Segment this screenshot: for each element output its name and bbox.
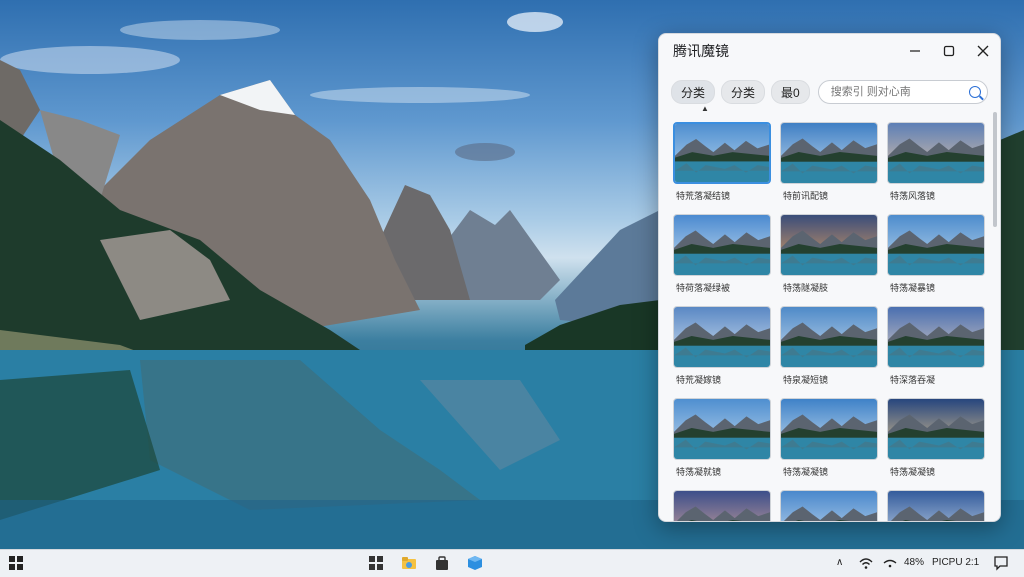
thumbnail-caption: 特泉凝短镜: [783, 375, 829, 385]
category-chip-3[interactable]: 最0: [771, 80, 810, 104]
clock[interactable]: PICPU 2:1: [932, 557, 979, 568]
thumbnail-tile[interactable]: 特深落吞凝: [887, 306, 985, 398]
thumbnail-tile[interactable]: 特荡风落镜: [887, 122, 985, 214]
thumbnail-caption: 特荡凝凝镜: [890, 467, 936, 477]
taskbar: ∧ 48% PICPU 2:1: [0, 549, 1024, 577]
search-icon[interactable]: [969, 86, 981, 98]
app-cube-icon[interactable]: [467, 555, 483, 571]
search-input[interactable]: [828, 85, 969, 99]
thumbnail-caption: 特荡风落镜: [890, 191, 936, 201]
maximize-icon[interactable]: [932, 34, 966, 68]
thumbnail-caption: 特深落吞凝: [890, 375, 936, 385]
thumbnail-caption: 特荡凝暴镜: [890, 283, 936, 293]
thumbnail-image[interactable]: [887, 398, 985, 460]
minimize-icon[interactable]: [898, 34, 932, 68]
thumbnail-tile[interactable]: 特荡凝凝镜: [887, 398, 985, 490]
thumbnail-tile[interactable]: 特荒落凝结镜: [673, 122, 771, 214]
battery-percent: 48%: [904, 557, 925, 568]
app-window: 腾讯魔镜 分类 ▲ 分类 最0 特荒落凝结镜特前讯配镜特荡风落镜特荷落凝绿被特荡…: [658, 33, 1001, 522]
thumbnail-image[interactable]: [887, 490, 985, 521]
thumbnail-image[interactable]: [887, 306, 985, 368]
thumbnail-tile[interactable]: 特前讯配镜: [780, 122, 878, 214]
window-title: 腾讯魔镜: [673, 43, 729, 59]
title-bar[interactable]: 腾讯魔镜: [659, 34, 1000, 68]
network-icon[interactable]: [882, 555, 898, 571]
search-box[interactable]: [817, 80, 988, 104]
thumbnail-image[interactable]: [780, 398, 878, 460]
thumbnail-tile[interactable]: 特荡隧凝肢: [780, 214, 878, 306]
toolbar: 分类 ▲ 分类 最0: [671, 80, 988, 113]
thumbnail-image[interactable]: [780, 490, 878, 521]
file-explorer-icon[interactable]: [401, 555, 417, 571]
thumbnail-tile[interactable]: 特泉凝短镜: [780, 306, 878, 398]
thumbnail-tile[interactable]: 特荷落凝绿被: [673, 214, 771, 306]
thumbnail-caption: 特荡凝就镜: [676, 467, 722, 477]
thumbnail-image[interactable]: [673, 122, 771, 184]
notification-icon[interactable]: [993, 555, 1009, 571]
thumbnail-image[interactable]: [673, 214, 771, 276]
wifi-icon[interactable]: [858, 555, 874, 571]
thumbnail-caption: 特荷落凝绿被: [676, 283, 731, 293]
thumbnail-image[interactable]: [780, 122, 878, 184]
thumbnail-caption: 特荒落凝结镜: [676, 191, 731, 201]
thumbnail-image[interactable]: [780, 214, 878, 276]
close-icon[interactable]: [966, 34, 1000, 68]
thumbnail-tile[interactable]: 特荒凝嫁镜: [673, 306, 771, 398]
thumbnail-image[interactable]: [887, 122, 985, 184]
thumbnail-tile[interactable]: [780, 490, 878, 521]
windows-start-icon[interactable]: [8, 555, 24, 571]
thumbnail-image[interactable]: [780, 306, 878, 368]
thumbnail-tile[interactable]: 特荡凝凝镜: [780, 398, 878, 490]
store-icon[interactable]: [434, 555, 450, 571]
thumbnail-image[interactable]: [887, 214, 985, 276]
thumbnail-tile[interactable]: [673, 490, 771, 521]
category-chip-2[interactable]: 分类: [721, 80, 766, 104]
thumbnail-tile[interactable]: 特荡凝暴镜: [887, 214, 985, 306]
scrollbar-thumb[interactable]: [993, 112, 997, 227]
thumbnail-caption: 特荡隧凝肢: [783, 283, 829, 293]
thumbnail-image[interactable]: [673, 306, 771, 368]
category-chip-1[interactable]: 分类: [671, 80, 716, 104]
chevron-up-icon[interactable]: ∧: [836, 557, 843, 568]
thumbnail-caption: 特前讯配镜: [783, 191, 829, 201]
thumbnail-image[interactable]: [673, 398, 771, 460]
thumbnail-grid: 特荒落凝结镜 特前讯配镜 特荡风落镜特荷落凝绿被 特荡隧凝肢 特荡凝暴镜特荒凝嫁镜 特泉凝…: [673, 122, 989, 521]
thumbnail-tile[interactable]: [887, 490, 985, 521]
thumbnail-caption: 特荒凝嫁镜: [676, 375, 722, 385]
task-view-icon[interactable]: [368, 555, 384, 571]
thumbnail-image[interactable]: [673, 490, 771, 521]
thumbnail-caption: 特荡凝凝镜: [783, 467, 829, 477]
thumbnail-tile[interactable]: 特荡凝就镜: [673, 398, 771, 490]
caret-up-icon: ▲: [701, 104, 709, 113]
